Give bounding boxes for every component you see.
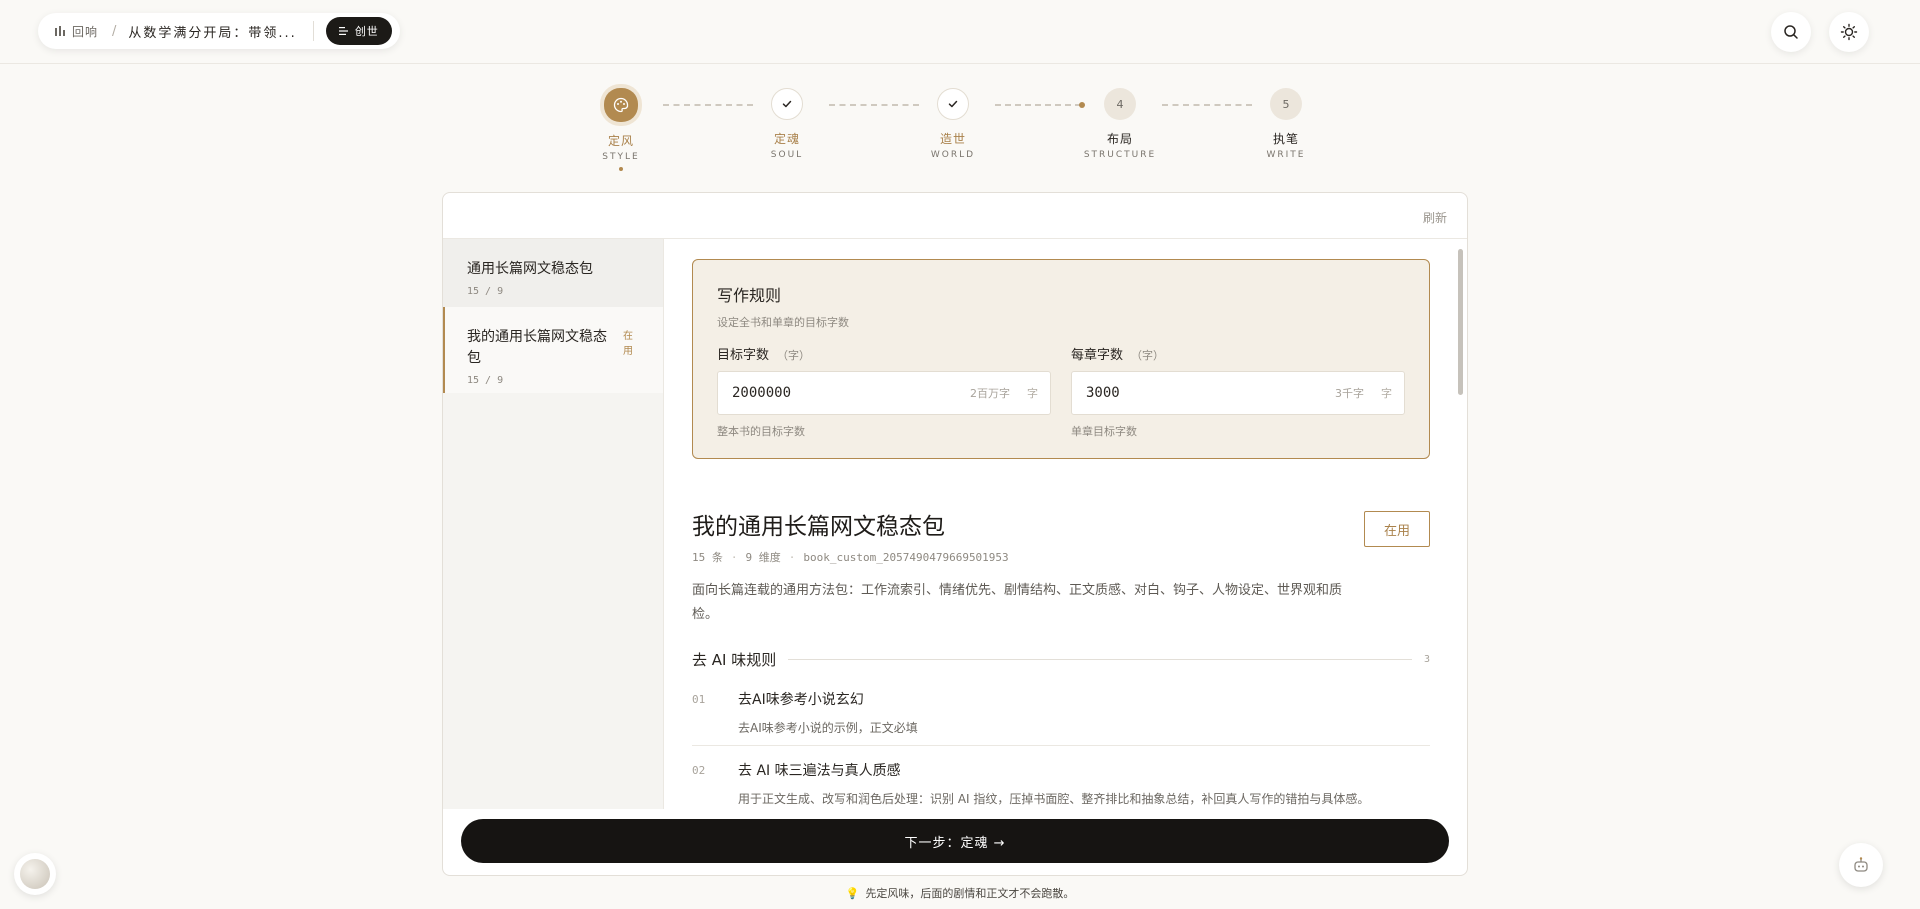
next-step-button[interactable]: 下一步：定魂 → [461, 819, 1449, 863]
active-step-indicator [619, 167, 623, 171]
assistant-orb-button[interactable] [14, 853, 56, 895]
section-title: 去 AI 味规则 [692, 651, 777, 669]
step-sublabel: WRITE [1266, 150, 1306, 160]
step-sublabel: STYLE [602, 152, 640, 162]
pack-id: book_custom_2057490479669501953 [803, 551, 1009, 564]
lightbulb-icon: 💡 [845, 887, 860, 900]
next-step-label: 下一步：定魂 → [904, 835, 1006, 851]
step-label: 定风 [607, 134, 634, 148]
sun-icon [1840, 23, 1858, 41]
in-use-badge: 在用 [623, 331, 633, 357]
card-header: 刷新 [443, 193, 1467, 239]
input-suffix: 字 [1381, 387, 1392, 400]
in-use-button[interactable]: 在用 [1364, 511, 1430, 547]
rule-title: 去 AI 味三遍法与真人质感 [738, 763, 901, 779]
check-icon [771, 88, 803, 120]
rule-description: 用于正文生成、改写和润色后处理：识别 AI 指纹，压掉书面腔、整齐排比和抽象总结… [738, 792, 1370, 806]
step-label: 执笔 [1272, 132, 1299, 146]
check-icon [937, 88, 969, 120]
pack-detail-panel: 写作规则 设定全书和单章的目标字数 目标字数 （字） 2000000 2百万字 字… [664, 239, 1467, 809]
input-value: 3000 [1086, 385, 1120, 401]
mascot-icon [1854, 857, 1868, 872]
search-button[interactable] [1771, 12, 1811, 52]
input-suffix: 字 [1027, 387, 1038, 400]
rule-description: 去AI味参考小说的示例，正文必填 [738, 721, 918, 735]
chapter-words-field: 每章字数 （字） 3000 3千字 字 单章目标字数 [1071, 344, 1405, 439]
section-count: 3 [1423, 654, 1430, 665]
rule-title: 去AI味参考小说玄幻 [738, 692, 864, 708]
mode-button-label: 创世 [354, 25, 379, 38]
rule-item[interactable]: 02 去 AI 味三遍法与真人质感 用于正文生成、改写和润色后处理：识别 AI … [692, 760, 1430, 807]
dimension-count: 9 维度 [745, 551, 781, 564]
top-bar: 回响 / 从数学满分开局：带领... 创世 [0, 0, 1920, 64]
breadcrumb-separator: / [112, 23, 117, 39]
input-hint: 2百万字 [970, 387, 1010, 400]
field-label: 每章字数 [1071, 348, 1124, 363]
rule-number: 02 [692, 764, 706, 777]
step-number: 4 [1104, 88, 1136, 120]
step-number: 5 [1270, 88, 1302, 120]
step-write[interactable]: 5 执笔 WRITE [1226, 88, 1346, 160]
target-words-field: 目标字数 （字） 2000000 2百万字 字 整本书的目标字数 [717, 344, 1051, 439]
field-help: 整本书的目标字数 [717, 425, 805, 438]
pack-list-item[interactable]: 通用长篇网文稳态包 15 / 9 [443, 239, 663, 307]
target-words-input[interactable]: 2000000 2百万字 字 [717, 371, 1051, 415]
brand-label: 回响 [72, 24, 99, 39]
divider [312, 21, 314, 41]
step-label: 布局 [1106, 132, 1133, 146]
scrollbar-thumb[interactable] [1458, 249, 1463, 395]
chart-icon [55, 26, 65, 36]
mode-button[interactable]: 创世 [325, 17, 392, 45]
field-help: 单章目标字数 [1071, 425, 1137, 438]
section-divider [788, 659, 1412, 660]
step-style[interactable]: 定风 STYLE [561, 88, 681, 171]
pack-name: 我的通用长篇网文稳态包 [467, 329, 607, 366]
input-value: 2000000 [732, 385, 792, 401]
style-pack-card: 刷新 通用长篇网文稳态包 15 / 9 我的通用长篇网文稳态包 15 / 9 在… [442, 192, 1468, 876]
field-unit: （字） [777, 349, 811, 362]
pack-detail: 我的通用长篇网文稳态包 15 条 · 9 维度 · book_custom_205749… [692, 507, 1430, 627]
step-sublabel: WORLD [930, 150, 976, 160]
chapter-words-input[interactable]: 3000 3千字 字 [1071, 371, 1405, 415]
progress-stepper: 定风 STYLE 定魂 SOUL 造世 WORLD 4 布局 STRUCTURE… [0, 88, 1920, 178]
brand-link[interactable]: 回响 [54, 23, 98, 40]
rule-count: 15 条 [692, 551, 723, 564]
tip-text: 💡 先定风味，后面的剧情和正文才不会跑散。 [0, 885, 1920, 901]
companion-button[interactable] [1839, 843, 1883, 887]
field-unit: （字） [1131, 349, 1165, 362]
pack-meta: 15 / 9 [467, 286, 504, 297]
pack-list: 通用长篇网文稳态包 15 / 9 我的通用长篇网文稳态包 15 / 9 在用 [443, 239, 664, 809]
tip-label: 先定风味，后面的剧情和正文才不会跑散。 [865, 887, 1075, 900]
step-label: 造世 [939, 132, 966, 146]
pack-description: 面向长篇连载的通用方法包：工作流索引、情绪优先、剧情结构、正文质感、对白、钩子、… [692, 583, 1343, 622]
field-label: 目标字数 [717, 348, 770, 363]
theme-toggle-button[interactable] [1829, 12, 1869, 52]
breadcrumb: 回响 / 从数学满分开局：带领... 创世 [38, 13, 400, 49]
search-icon [1784, 25, 1798, 39]
palette-icon [604, 88, 638, 122]
menu-lines-icon [338, 27, 348, 35]
step-world[interactable]: 造世 WORLD [893, 88, 1013, 160]
input-hint: 3千字 [1335, 387, 1364, 400]
pack-meta: 15 / 9 [467, 375, 504, 386]
refresh-button[interactable]: 刷新 [1423, 209, 1447, 226]
writing-rules-box: 写作规则 设定全书和单章的目标字数 目标字数 （字） 2000000 2百万字 字… [692, 259, 1430, 459]
step-sublabel: STRUCTURE [1083, 150, 1157, 160]
rule-number: 01 [692, 693, 706, 706]
pack-name: 通用长篇网文稳态包 [467, 261, 593, 277]
step-sublabel: SOUL [770, 150, 804, 160]
step-label: 定魂 [773, 132, 800, 146]
rules-title: 写作规则 [717, 286, 782, 305]
orb-icon [20, 859, 50, 889]
rules-subtitle: 设定全书和单章的目标字数 [717, 316, 849, 329]
pack-detail-title: 我的通用长篇网文稳态包 [692, 514, 945, 540]
rule-divider [692, 745, 1430, 746]
step-soul[interactable]: 定魂 SOUL [727, 88, 847, 160]
step-structure[interactable]: 4 布局 STRUCTURE [1060, 88, 1180, 160]
pack-detail-meta: 15 条 · 9 维度 · book_custom_205749047966950195… [692, 551, 1009, 564]
section-header: 去 AI 味规则 3 [692, 649, 1430, 670]
pack-list-item-selected[interactable]: 我的通用长篇网文稳态包 15 / 9 在用 [443, 307, 663, 393]
book-title[interactable]: 从数学满分开局：带领... [128, 22, 296, 41]
rule-item[interactable]: 01 去AI味参考小说玄幻 去AI味参考小说的示例，正文必填 [692, 689, 1430, 736]
